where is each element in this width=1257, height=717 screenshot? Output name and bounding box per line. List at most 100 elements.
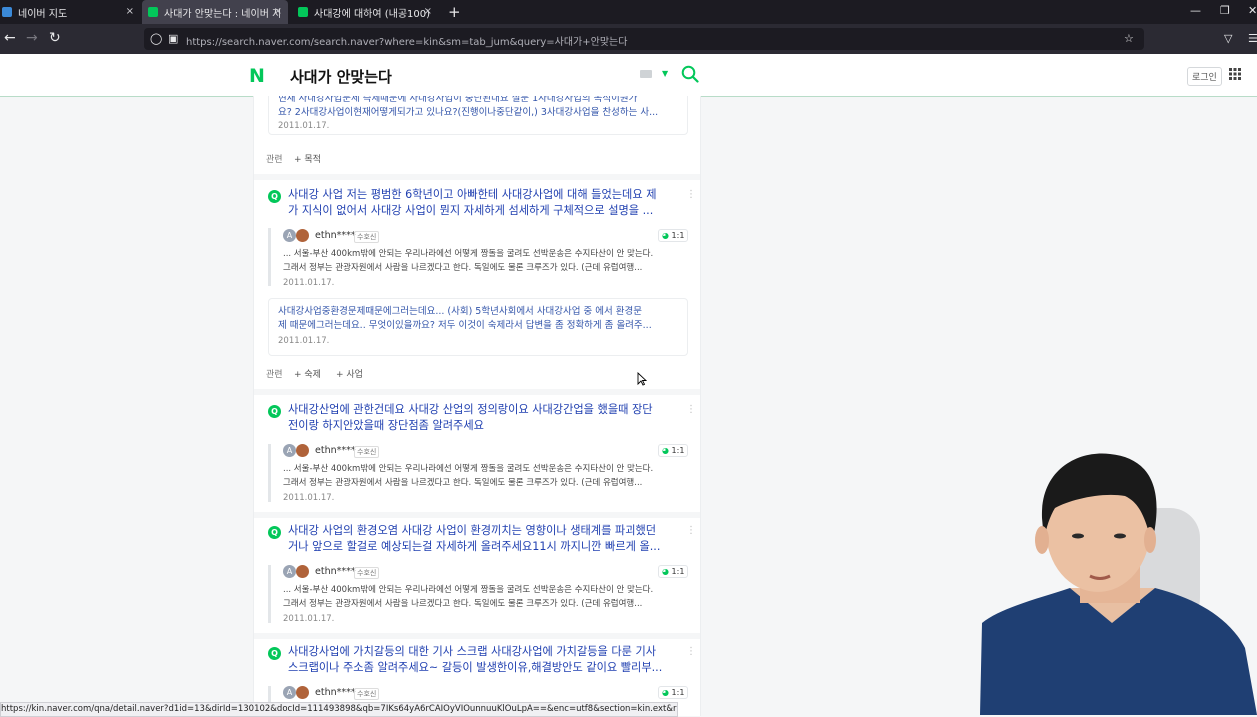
search-icon[interactable] — [681, 65, 699, 83]
restore-icon[interactable]: ❐ — [1220, 4, 1230, 17]
one-on-one-button[interactable]: ◕ 1:1 — [658, 565, 689, 578]
title-line[interactable]: 사대강사업에 가치갈등의 대한 기사 스크랩 사대강사업에 가치갈등을 다룬 기… — [288, 644, 668, 660]
login-button[interactable]: 로그인 — [1187, 67, 1222, 86]
naver-logo-icon[interactable]: N — [249, 65, 265, 87]
url-text[interactable]: https://search.naver.com/search.naver?wh… — [186, 33, 627, 48]
back-icon[interactable]: ← — [4, 30, 16, 46]
more-options-icon[interactable]: ⋮ — [686, 525, 696, 536]
answer-line[interactable]: 그래서 정부는 관광자원에서 사람을 나르겠다고 한다. 독일에도 물론 크루즈… — [283, 597, 679, 611]
question-title[interactable]: 사대강 사업 저는 평범한 6학년이고 아빠한테 사대강사업에 대해 들었는데요… — [288, 187, 668, 219]
one-on-one-button[interactable]: ◕ 1:1 — [658, 686, 689, 699]
close-tab-icon[interactable]: × — [424, 6, 432, 17]
answer-quote-bar — [268, 444, 271, 502]
user-name[interactable]: ethn**** — [315, 230, 356, 241]
reload-icon[interactable]: ↻ — [49, 30, 61, 46]
title-line[interactable]: 사대강 사업 저는 평범한 6학년이고 아빠한테 사대강사업에 대해 들었는데요… — [288, 187, 668, 203]
tab-bar: 네이버 지도 × 사대가 안맞는다 : 네이버 지식iN × 사대강에 대하여 … — [0, 0, 1257, 24]
one-on-one-button[interactable]: ◕ 1:1 — [658, 229, 689, 242]
new-tab-button[interactable]: + — [448, 3, 461, 21]
more-options-icon[interactable]: ⋮ — [686, 189, 696, 200]
related-tag[interactable]: + 목적 — [294, 152, 321, 165]
avatar: A — [283, 444, 296, 457]
related-tag[interactable]: + 숙제 — [294, 367, 321, 380]
grade-badge: 수호신 — [354, 231, 380, 243]
forward-icon[interactable]: → — [26, 30, 38, 46]
close-window-icon[interactable]: ✕ — [1248, 4, 1257, 17]
chat-icon: ◕ — [662, 446, 669, 455]
menu-icon[interactable]: ☰ — [1248, 32, 1257, 45]
snippet-line[interactable]: 제 때문에그러는데요.. 무엇이있을까요? 저두 이것이 숙제라서 답변을 좀 … — [278, 319, 668, 333]
more-options-icon[interactable]: ⋮ — [686, 404, 696, 415]
answer-line[interactable]: 그래서 정부는 관광자원에서 사람을 나르겠다고 한다. 독일에도 물론 크루즈… — [283, 261, 679, 275]
answer-date: 2011.01.17. — [283, 614, 335, 624]
avatar — [296, 686, 309, 699]
question-title[interactable]: 사대강산업에 관한건데요 사대강 산업의 정의랑이요 사대강간업을 했을때 장단… — [288, 402, 668, 434]
pocket-icon[interactable]: ▽ — [1224, 32, 1232, 45]
one-on-one-label: 1:1 — [671, 446, 685, 455]
title-line[interactable]: 거나 앞으로 할걸로 예상되는걸 자세하게 올려주세요11시 까지니깐 빠르게 … — [288, 539, 668, 555]
related-question-snippet[interactable]: 사대강사업중환경문제때문에그러는데요... (사회) 5학년사회에서 사대강사업… — [278, 305, 668, 333]
avatar — [296, 444, 309, 457]
related-question-snippet[interactable]: 현재 사대강사업문제 즉제때문에 사대강사업이 중단된대요 질문 1사대강사업의… — [278, 96, 668, 120]
close-tab-icon[interactable]: × — [126, 6, 134, 17]
more-options-icon[interactable]: ⋮ — [686, 646, 696, 657]
title-line[interactable]: 가 지식이 없어서 사대강 사업이 뭔지 자세하게 섬세하게 구체적으로 설명을… — [288, 203, 668, 219]
answer-snippet[interactable]: ... 서울-부산 400km밖에 안되는 우리나라에선 어떻게 짱돌을 굴려도… — [283, 462, 679, 490]
close-tab-icon[interactable]: × — [274, 6, 282, 17]
results-column: 현재 사대강사업문제 즉제때문에 사대강사업이 중단된대요 질문 1사대강사업의… — [253, 96, 701, 716]
grade-badge: 수호신 — [354, 446, 380, 458]
navigation-bar: ← → ↻ ◯ ▣ https://search.naver.com/searc… — [0, 24, 1257, 54]
related-tag[interactable]: + 사업 — [336, 367, 363, 380]
answer-line[interactable]: ... 서울-부산 400km밖에 안되는 우리나라에선 어떻게 짱돌을 굴려도… — [283, 462, 679, 476]
question-title[interactable]: 사대강 사업의 환경오염 사대강 사업이 환경끼치는 영향이나 생태계를 파괴했… — [288, 523, 668, 555]
bookmark-star-icon[interactable]: ☆ — [1124, 32, 1134, 45]
tab-kin-search[interactable]: 사대가 안맞는다 : 네이버 지식iN × — [142, 0, 288, 24]
snippet-line[interactable]: 현재 사대강사업문제 즉제때문에 사대강사업이 중단된대요 질문 1사대강사업의… — [278, 96, 668, 106]
search-query[interactable]: 사대가 안맞는다 — [290, 66, 392, 87]
avatar: A — [283, 229, 296, 242]
question-icon: Q — [268, 647, 281, 660]
chat-icon: ◕ — [662, 688, 669, 697]
chevron-down-icon[interactable]: ▼ — [662, 69, 668, 78]
avatar: A — [283, 565, 296, 578]
search-header: N 사대가 안맞는다 ▼ 로그인 — [0, 54, 1257, 97]
answer-quote-bar — [268, 565, 271, 623]
minimize-icon[interactable]: — — [1190, 4, 1201, 17]
title-line[interactable]: 전이랑 하지안았을때 장단점좀 알려주세요 — [288, 418, 668, 434]
one-on-one-label: 1:1 — [671, 231, 685, 240]
address-bar[interactable]: ◯ ▣ https://search.naver.com/search.nave… — [144, 28, 1144, 50]
tab-title: 사대가 안맞는다 : 네이버 지식iN — [164, 8, 280, 20]
title-line[interactable]: 스크랩이나 주소좀 알려주세요~ 갈등이 발생한이유,해결방안도 같이요 빨리부… — [288, 660, 668, 676]
question-icon: Q — [268, 190, 281, 203]
grade-badge: 수호신 — [354, 688, 380, 700]
answer-date: 2011.01.17. — [283, 278, 335, 288]
tab-kin-question[interactable]: 사대강에 대하여 (내공100) : 지식iN × — [292, 0, 438, 24]
divider — [254, 174, 700, 180]
answer-line[interactable]: 그래서 정부는 관광자원에서 사람을 나르겠다고 한다. 독일에도 물론 크루즈… — [283, 476, 679, 490]
webcam-overlay — [980, 448, 1257, 715]
related-label: 관련 — [266, 370, 283, 380]
answer-snippet[interactable]: ... 서울-부산 400km밖에 안되는 우리나라에선 어떻게 짱돌을 굴려도… — [283, 583, 679, 611]
lock-icon[interactable]: ▣ — [168, 32, 178, 45]
title-line[interactable]: 사대강산업에 관한건데요 사대강 산업의 정의랑이요 사대강간업을 했을때 장단 — [288, 402, 668, 418]
snippet-line[interactable]: 사대강사업중환경문제때문에그러는데요... (사회) 5학년사회에서 사대강사업… — [278, 305, 668, 319]
answer-snippet[interactable]: ... 서울-부산 400km밖에 안되는 우리나라에선 어떻게 짱돌을 굴려도… — [283, 247, 679, 275]
naver-favicon-icon — [148, 7, 158, 17]
user-name[interactable]: ethn**** — [315, 687, 356, 698]
divider — [254, 389, 700, 395]
one-on-one-label: 1:1 — [671, 688, 685, 697]
apps-grid-icon[interactable] — [1229, 68, 1241, 80]
one-on-one-button[interactable]: ◕ 1:1 — [658, 444, 689, 457]
title-line[interactable]: 사대강 사업의 환경오염 사대강 사업이 환경끼치는 영향이나 생태계를 파괴했… — [288, 523, 668, 539]
user-name[interactable]: ethn**** — [315, 445, 356, 456]
snippet-line[interactable]: 요? 2사대강사업이현재어떻게되가고 있나요?(진행이나중단같이,) 3사대강사… — [278, 106, 668, 120]
question-title[interactable]: 사대강사업에 가치갈등의 대한 기사 스크랩 사대강사업에 가치갈등을 다룬 기… — [288, 644, 668, 676]
user-name[interactable]: ethn**** — [315, 566, 356, 577]
answer-line[interactable]: ... 서울-부산 400km밖에 안되는 우리나라에선 어떻게 짱돌을 굴려도… — [283, 247, 679, 261]
shield-icon[interactable]: ◯ — [150, 32, 162, 45]
answer-line[interactable]: ... 서울-부산 400km밖에 안되는 우리나라에선 어떻게 짱돌을 굴려도… — [283, 583, 679, 597]
keyboard-icon[interactable] — [640, 70, 652, 78]
tab-naver-map[interactable]: 네이버 지도 × — [0, 0, 140, 24]
answer-quote-bar — [268, 228, 271, 286]
question-icon: Q — [268, 405, 281, 418]
